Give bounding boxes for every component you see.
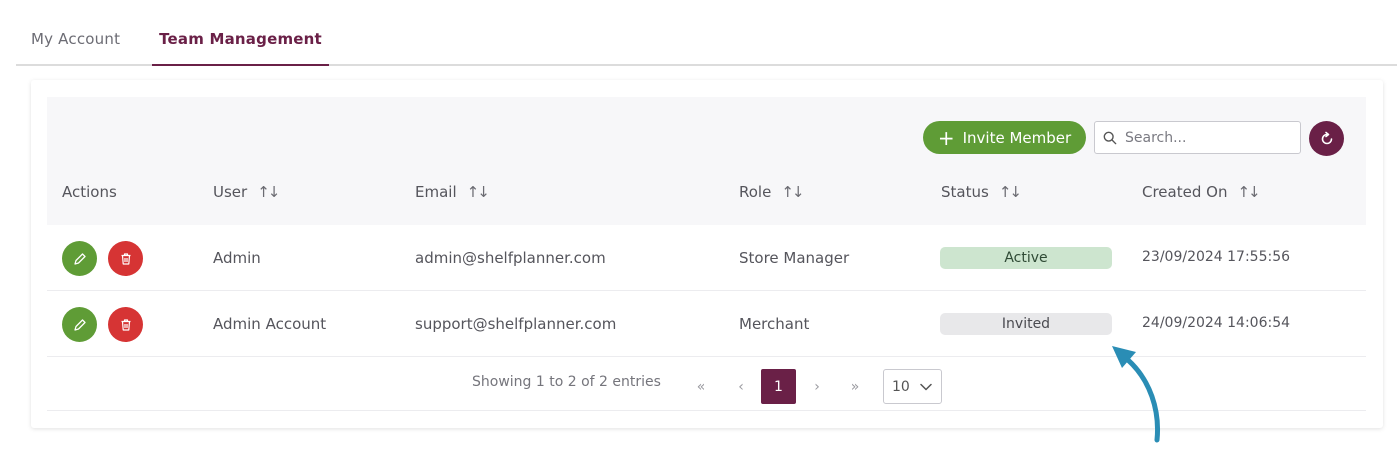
column-header-created-on[interactable]: Created On ↑↓ bbox=[1142, 183, 1261, 201]
team-card: + Invite Member Actions User ↑↓ Email bbox=[31, 80, 1383, 428]
trash-icon bbox=[121, 252, 130, 265]
tab-bar: My Account Team Management bbox=[16, 0, 1397, 66]
user-cell: Admin bbox=[213, 249, 261, 267]
role-cell: Merchant bbox=[739, 315, 810, 333]
edit-button[interactable] bbox=[62, 307, 97, 342]
pencil-icon bbox=[73, 318, 86, 331]
search-icon bbox=[1103, 131, 1117, 144]
prev-page-button[interactable]: ‹ bbox=[731, 369, 751, 404]
table-header: Actions User ↑↓ Email ↑↓ Role ↑↓ Status … bbox=[47, 161, 1366, 225]
refresh-button[interactable] bbox=[1309, 121, 1344, 156]
column-header-role[interactable]: Role ↑↓ bbox=[739, 183, 804, 201]
table-toolbar: + Invite Member bbox=[47, 97, 1366, 161]
created-on-cell: 24/09/2024 14:06:54 bbox=[1142, 315, 1291, 331]
email-cell: admin@shelfplanner.com bbox=[415, 249, 606, 267]
annotation-arrow-icon bbox=[1112, 346, 1161, 443]
invite-member-label: Invite Member bbox=[962, 128, 1072, 147]
next-page-button[interactable]: › bbox=[807, 369, 827, 404]
column-label: User bbox=[213, 183, 248, 201]
sort-icon[interactable]: ↑↓ bbox=[467, 183, 490, 201]
page-size-select[interactable]: 10 bbox=[883, 369, 942, 404]
sort-icon[interactable]: ↑↓ bbox=[999, 183, 1022, 201]
tab-my-account[interactable]: My Account bbox=[31, 30, 120, 48]
sort-icon[interactable]: ↑↓ bbox=[781, 183, 804, 201]
column-header-actions: Actions bbox=[62, 183, 117, 201]
table-row: Admin admin@shelfplanner.com Store Manag… bbox=[47, 225, 1366, 291]
plus-icon: + bbox=[937, 125, 955, 150]
column-label: Status bbox=[941, 183, 989, 201]
column-label: Email bbox=[415, 183, 457, 201]
tab-team-management[interactable]: Team Management bbox=[152, 30, 329, 66]
status-badge: Invited bbox=[940, 313, 1112, 335]
search-box[interactable] bbox=[1094, 121, 1301, 154]
sort-icon[interactable]: ↑↓ bbox=[1237, 183, 1260, 201]
first-page-button[interactable]: « bbox=[691, 369, 711, 404]
email-cell: support@shelfplanner.com bbox=[415, 315, 617, 333]
column-header-email[interactable]: Email ↑↓ bbox=[415, 183, 490, 201]
column-header-user[interactable]: User ↑↓ bbox=[213, 183, 280, 201]
column-label: Role bbox=[739, 183, 772, 201]
column-label: Actions bbox=[62, 183, 117, 201]
sort-icon[interactable]: ↑↓ bbox=[257, 183, 280, 201]
refresh-icon bbox=[1321, 131, 1332, 144]
status-badge: Active bbox=[940, 247, 1112, 269]
page-size-value: 10 bbox=[892, 378, 910, 395]
chevron-down-icon bbox=[920, 383, 932, 390]
trash-icon bbox=[121, 318, 130, 331]
column-header-status[interactable]: Status ↑↓ bbox=[941, 183, 1022, 201]
page-1-button[interactable]: 1 bbox=[761, 369, 796, 404]
last-page-button[interactable]: » bbox=[845, 369, 865, 404]
pencil-icon bbox=[73, 252, 86, 265]
search-input[interactable] bbox=[1125, 129, 1285, 146]
invite-member-button[interactable]: + Invite Member bbox=[923, 121, 1086, 154]
pagination-summary: Showing 1 to 2 of 2 entries bbox=[472, 374, 661, 390]
user-cell: Admin Account bbox=[213, 315, 327, 333]
delete-button[interactable] bbox=[108, 307, 143, 342]
delete-button[interactable] bbox=[108, 241, 143, 276]
column-label: Created On bbox=[1142, 183, 1228, 201]
created-on-cell: 23/09/2024 17:55:56 bbox=[1142, 249, 1291, 265]
edit-button[interactable] bbox=[62, 241, 97, 276]
role-cell: Store Manager bbox=[739, 249, 850, 267]
